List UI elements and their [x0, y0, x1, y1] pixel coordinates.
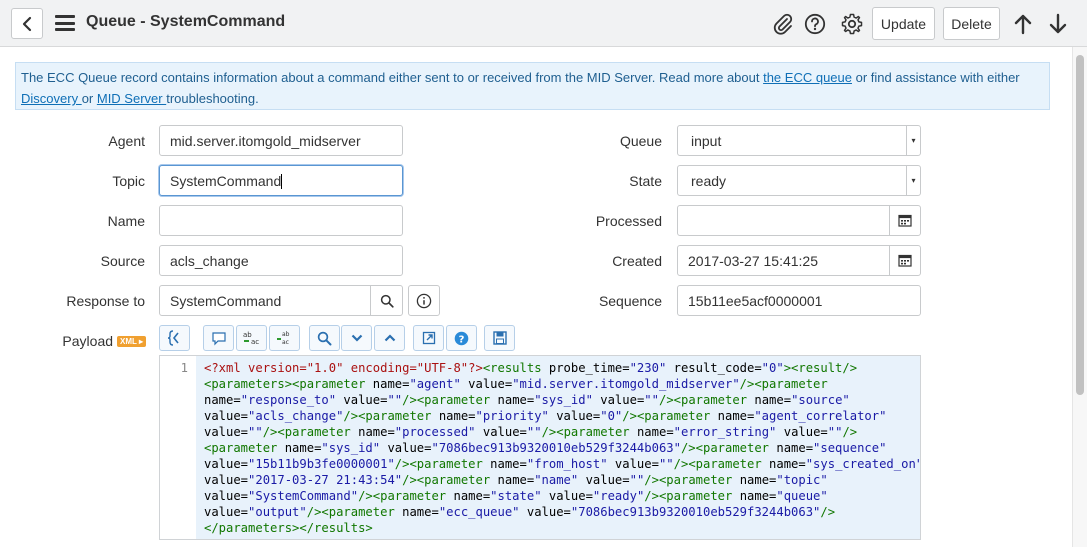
arrow-down-icon[interactable]: [1046, 12, 1070, 36]
ecc-queue-link[interactable]: the ECC queue: [763, 70, 852, 85]
help-icon: ?: [454, 331, 469, 345]
fullscreen-button[interactable]: [413, 325, 444, 351]
processed-field[interactable]: [677, 205, 921, 236]
state-select[interactable]: ready ▾: [677, 165, 921, 196]
topic-field[interactable]: SystemCommand: [159, 165, 403, 196]
info-text: troubleshooting.: [166, 91, 259, 106]
topic-label: Topic: [112, 173, 145, 189]
search-icon: [317, 331, 332, 345]
expand-icon: [422, 331, 435, 345]
queue-label: Queue: [619, 133, 662, 149]
format-icon: [167, 330, 179, 346]
chevron-down-icon: ▾: [906, 166, 920, 195]
processed-label: Processed: [595, 213, 662, 229]
info-message: The ECC Queue record contains informatio…: [15, 62, 1050, 110]
svg-text:?: ?: [459, 334, 465, 345]
agent-field[interactable]: mid.server.itomgold_midserver: [159, 125, 403, 156]
comment-icon: [211, 331, 226, 345]
code-area[interactable]: <?xml version="1.0" encoding="UTF-8"?><r…: [196, 356, 920, 539]
calendar-icon[interactable]: [889, 246, 920, 275]
code-line: value="acls_change"/><parameter name="pr…: [204, 409, 887, 423]
info-text: or find assistance with either: [852, 70, 1020, 85]
svg-text:ab: ab: [282, 331, 290, 338]
delete-button[interactable]: Delete: [943, 7, 1000, 40]
search-icon: [380, 294, 394, 308]
code-line: name="response_to" value=""/><parameter …: [204, 393, 850, 407]
info-icon: [416, 293, 432, 308]
replace-all-button[interactable]: ab ac: [269, 325, 300, 351]
code-line: <parameter name="sys_id" value="7086bec9…: [204, 441, 887, 455]
xml-badge: XML ▸: [117, 336, 146, 347]
back-button[interactable]: [11, 8, 43, 39]
state-label: State: [629, 173, 662, 189]
code-line: value="15b11b9b3fe0000001"/><parameter n…: [204, 457, 920, 471]
form-header: Queue - SystemCommand Update Delete: [0, 0, 1087, 47]
source-field[interactable]: acls_change: [159, 245, 403, 276]
sequence-label: Sequence: [598, 293, 662, 309]
response-to-field[interactable]: SystemCommand: [159, 285, 371, 316]
info-text: or: [81, 91, 97, 106]
find-next-button[interactable]: [341, 325, 372, 351]
code-line: value="output"/><parameter name="ecc_que…: [204, 505, 836, 519]
queue-select[interactable]: input ▾: [677, 125, 921, 156]
xml-payload-editor[interactable]: 1 <?xml version="1.0" encoding="UTF-8"?>…: [159, 355, 921, 540]
attachment-icon[interactable]: [771, 12, 795, 36]
format-code-button[interactable]: [159, 325, 190, 351]
payload-label: Payload XML ▸: [0, 333, 146, 349]
discovery-link[interactable]: Discovery: [21, 91, 82, 106]
arrow-up-icon[interactable]: [1011, 12, 1035, 36]
lookup-button[interactable]: [370, 285, 403, 316]
name-label: Name: [107, 213, 145, 229]
code-line: <parameters><parameter name="agent" valu…: [204, 377, 828, 391]
mid-server-link[interactable]: MID Server: [97, 91, 166, 106]
replace-icon: abac: [243, 331, 259, 346]
gear-icon[interactable]: [840, 12, 864, 36]
svg-text:ac: ac: [251, 338, 259, 346]
agent-label: Agent: [108, 133, 145, 149]
save-button[interactable]: [484, 325, 515, 351]
search-button[interactable]: [309, 325, 340, 351]
save-icon: [492, 331, 507, 345]
source-label: Source: [100, 253, 145, 269]
info-text: The ECC Queue record contains informatio…: [21, 70, 764, 85]
replace-all-icon: abac: [276, 331, 290, 346]
line-number: 1: [160, 356, 196, 539]
calendar-icon[interactable]: [889, 206, 920, 235]
created-field[interactable]: 2017-03-27 15:41:25: [677, 245, 921, 276]
chevron-left-icon: [22, 16, 32, 31]
code-line: <?xml version="1.0" encoding="UTF-8"?><r…: [204, 361, 858, 375]
chevron-down-icon: [351, 334, 362, 342]
page-title: Queue - SystemCommand: [86, 13, 286, 30]
preview-record-button[interactable]: [408, 285, 440, 316]
scrollbar-thumb[interactable]: [1076, 55, 1084, 395]
created-label: Created: [612, 253, 662, 269]
replace-button[interactable]: ab ac: [236, 325, 267, 351]
help-button[interactable]: ?: [446, 325, 477, 351]
help-icon[interactable]: [803, 12, 827, 36]
sequence-field[interactable]: 15b11ee5acf0000001: [677, 285, 921, 316]
comment-button[interactable]: [203, 325, 234, 351]
chevron-down-icon: ▾: [906, 126, 920, 155]
vertical-scrollbar[interactable]: [1072, 47, 1087, 547]
name-field[interactable]: [159, 205, 403, 236]
chevron-up-icon: [384, 334, 395, 342]
update-button[interactable]: Update: [872, 7, 935, 40]
find-previous-button[interactable]: [374, 325, 405, 351]
code-line: value="2017-03-27 21:43:54"/><parameter …: [204, 473, 828, 487]
code-line: value=""/><parameter name="processed" va…: [204, 425, 858, 439]
response-to-label: Response to: [66, 293, 145, 309]
code-line: value="SystemCommand"/><parameter name="…: [204, 489, 828, 503]
menu-icon[interactable]: [55, 15, 75, 31]
code-line: </parameters></results>: [204, 521, 373, 535]
svg-text:ac: ac: [282, 339, 289, 346]
